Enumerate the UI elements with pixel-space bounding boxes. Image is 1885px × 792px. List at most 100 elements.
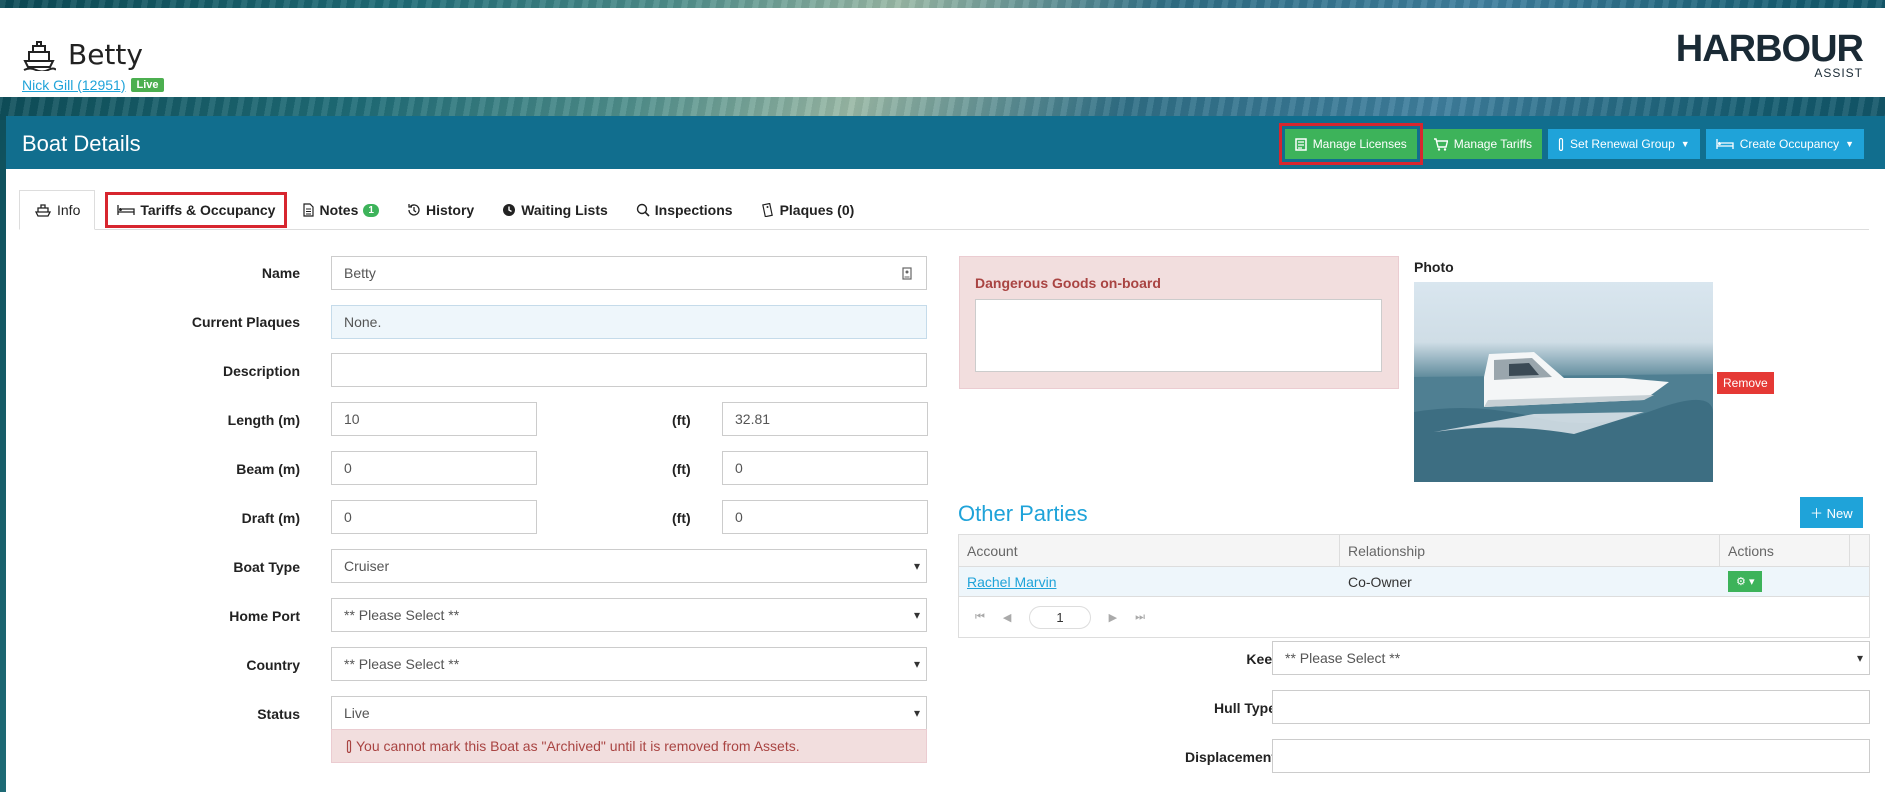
status-warning-text: You cannot mark this Boat as "Archived" …: [356, 738, 800, 754]
manage-tariffs-label: Manage Tariffs: [1453, 137, 1533, 151]
country-value: ** Please Select **: [344, 656, 460, 672]
country-select[interactable]: ** Please Select **: [331, 647, 927, 681]
photo-label: Photo: [1414, 259, 1454, 275]
displacement-field[interactable]: [1272, 739, 1870, 773]
next-page-icon[interactable]: ▶: [1109, 611, 1117, 624]
manage-tariffs-button[interactable]: Manage Tariffs: [1422, 129, 1543, 159]
beam-m-value: 0: [344, 460, 352, 476]
home-port-select[interactable]: ** Please Select **: [331, 598, 927, 632]
panel-header: Boat Details Manage Licenses Manage Tari…: [6, 116, 1885, 169]
home-port-value: ** Please Select **: [344, 607, 460, 623]
beam-label: Beam (m): [236, 461, 300, 477]
tab-history-label: History: [425, 202, 475, 218]
tab-notes[interactable]: Notes 1: [289, 190, 392, 230]
history-icon: [408, 204, 420, 216]
dangerous-goods-box: Dangerous Goods on-board: [959, 256, 1399, 389]
beam-m-field[interactable]: 0: [331, 451, 537, 485]
name-label: Name: [261, 265, 300, 281]
thermometer-icon: [1558, 137, 1564, 151]
remove-photo-button[interactable]: Remove: [1717, 372, 1774, 394]
other-parties-title: Other Parties: [958, 501, 1088, 526]
account-link[interactable]: Rachel Marvin: [967, 574, 1056, 590]
page-title: Betty: [68, 38, 143, 71]
header-buttons: Manage Licenses Manage Tariffs Set Renew…: [1278, 123, 1864, 165]
search-icon: [636, 203, 650, 217]
status-warning: You cannot mark this Boat as "Archived" …: [331, 729, 927, 763]
hull-type-label: Hull Type: [1214, 700, 1276, 716]
tag-icon: [761, 203, 773, 217]
tab-notes-label: Notes: [319, 202, 359, 218]
country-label: Country: [246, 657, 300, 673]
tab-tariffs-label: Tariffs & Occupancy: [140, 202, 276, 218]
account-cell: Rachel Marvin: [959, 567, 1340, 596]
manage-licenses-button[interactable]: Manage Licenses: [1278, 123, 1423, 165]
draft-ft-field[interactable]: 0: [722, 500, 928, 534]
home-port-label: Home Port: [229, 608, 300, 624]
dangerous-goods-textarea[interactable]: [975, 299, 1382, 372]
prev-page-icon[interactable]: ◀: [1003, 611, 1011, 624]
tab-waiting-lists[interactable]: Waiting Lists: [488, 190, 622, 230]
column-header-relationship[interactable]: Relationship: [1340, 535, 1720, 566]
thermometer-icon: [346, 739, 352, 753]
set-renewal-group-button[interactable]: Set Renewal Group ▼: [1548, 129, 1700, 159]
boat-type-value: Cruiser: [344, 558, 390, 574]
tab-info-label: Info: [57, 202, 81, 218]
length-ft-label: (ft): [672, 412, 691, 428]
last-page-icon[interactable]: ⏭: [1135, 611, 1145, 624]
clock-icon: [503, 204, 516, 216]
boat-header: Betty Nick Gill (12951) Live HARBOUR ASS…: [0, 8, 1885, 97]
draft-ft-label: (ft): [672, 510, 691, 526]
keel-select[interactable]: ** Please Select **: [1272, 641, 1870, 675]
keel-value: ** Please Select **: [1285, 650, 1401, 666]
description-field[interactable]: [331, 353, 927, 387]
bed-icon: [117, 205, 136, 215]
status-label: Status: [257, 706, 300, 722]
tab-tariffs-occupancy[interactable]: Tariffs & Occupancy: [103, 190, 289, 230]
name-field[interactable]: Betty: [331, 256, 927, 290]
length-m-field[interactable]: 10: [331, 402, 537, 436]
tab-plaques-label: Plaques (0): [779, 202, 855, 218]
create-occupancy-button[interactable]: Create Occupancy ▼: [1705, 129, 1864, 159]
draft-label: Draft (m): [241, 510, 300, 526]
set-renewal-group-label: Set Renewal Group: [1570, 137, 1675, 151]
name-value: Betty: [344, 265, 376, 281]
tab-history[interactable]: History: [393, 190, 488, 230]
length-ft-field[interactable]: 32.81: [722, 402, 928, 436]
boat-type-select[interactable]: Cruiser: [331, 549, 927, 583]
new-party-button[interactable]: ＋ New: [1800, 497, 1863, 528]
beam-ft-field[interactable]: 0: [722, 451, 928, 485]
tab-info[interactable]: Info: [19, 190, 96, 230]
owner-link[interactable]: Nick Gill (12951): [22, 77, 125, 93]
current-page[interactable]: 1: [1029, 605, 1091, 629]
new-party-label: New: [1826, 506, 1853, 521]
draft-m-value: 0: [344, 509, 352, 525]
length-label: Length (m): [227, 412, 300, 428]
draft-ft-value: 0: [735, 509, 743, 525]
chevron-down-icon: ▼: [1680, 139, 1690, 149]
status-select[interactable]: Live: [331, 696, 927, 730]
tab-bar: Info Tariffs & Occupancy Notes 1 History…: [19, 190, 1869, 230]
create-occupancy-label: Create Occupancy: [1739, 137, 1840, 151]
column-header-account[interactable]: Account: [959, 535, 1340, 566]
actions-cell: ⚙ ▾: [1720, 567, 1850, 596]
tab-inspections[interactable]: Inspections: [622, 190, 747, 230]
status-value: Live: [344, 705, 370, 721]
row-actions-button[interactable]: ⚙ ▾: [1728, 571, 1763, 592]
boat-icon: [23, 40, 56, 71]
current-plaques-label: Current Plaques: [191, 314, 300, 330]
table-row: Rachel Marvin Co-Owner ⚙ ▾: [959, 567, 1869, 597]
tab-waiting-lists-label: Waiting Lists: [521, 202, 608, 218]
beam-ft-label: (ft): [672, 461, 691, 477]
first-page-icon[interactable]: ⏮: [975, 611, 985, 624]
boat-icon: [34, 204, 52, 217]
draft-m-field[interactable]: 0: [331, 500, 537, 534]
tab-plaques[interactable]: Plaques (0): [747, 190, 869, 230]
title-row: Betty: [22, 38, 143, 71]
length-ft-value: 32.81: [735, 411, 771, 427]
gear-icon: ⚙: [1736, 576, 1746, 588]
tab-inspections-label: Inspections: [654, 202, 733, 218]
contact-card-icon: [902, 266, 912, 280]
notes-count-badge: 1: [363, 203, 379, 217]
hull-type-field[interactable]: [1272, 690, 1870, 724]
keel-label: Keel: [1246, 651, 1276, 667]
